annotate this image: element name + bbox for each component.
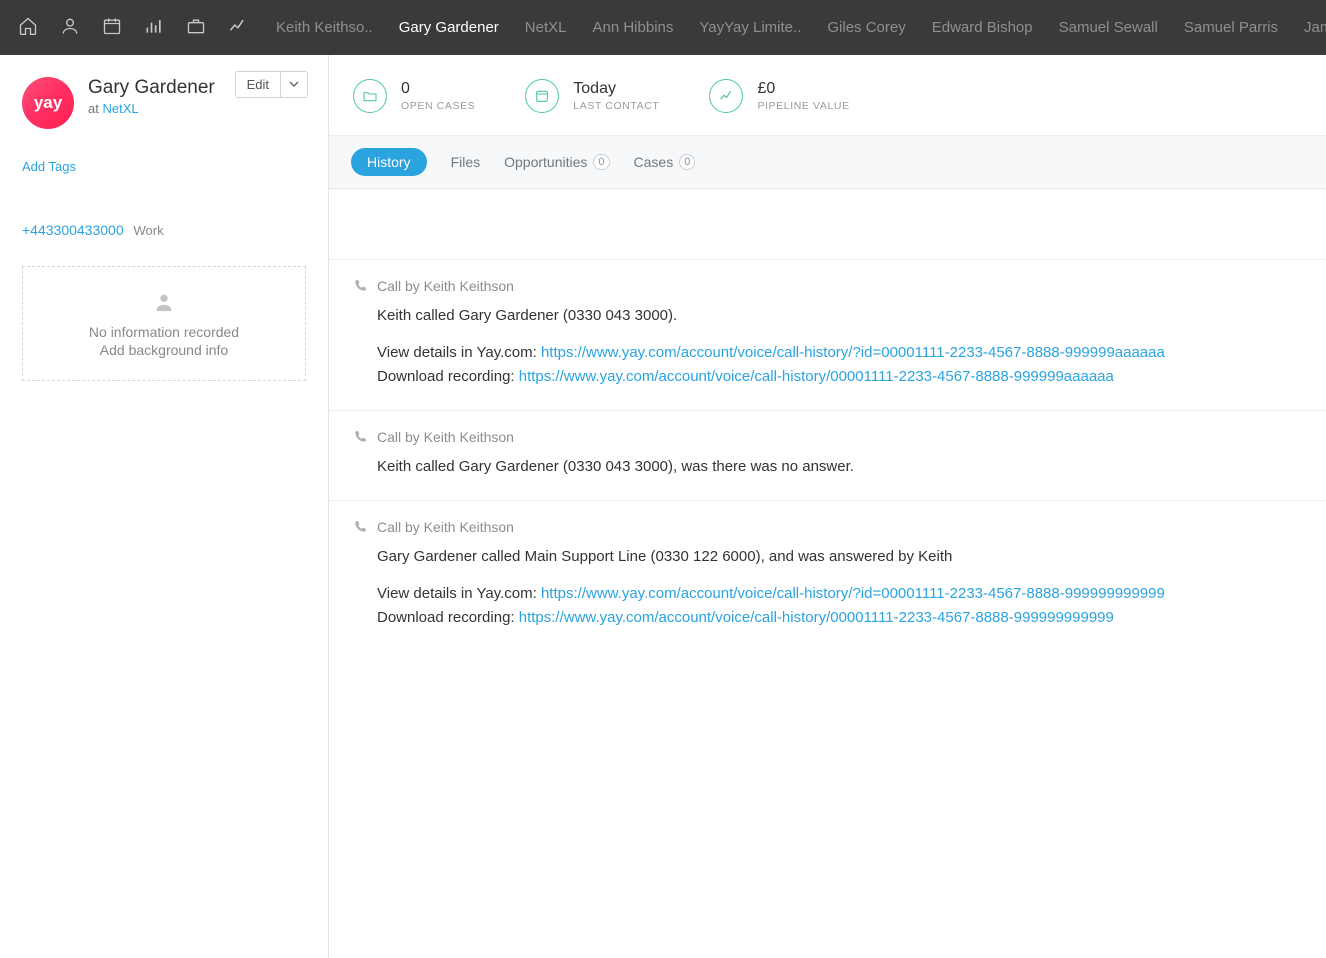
topbar: Keith Keithso.. Gary Gardener NetXL Ann … — [0, 0, 1326, 55]
bg-line2: Add background info — [33, 342, 295, 358]
entry-header: Call by Keith Keithson — [353, 429, 1302, 445]
tab-history[interactable]: History — [351, 148, 427, 176]
topbar-tab[interactable]: Edward Bishop — [932, 19, 1033, 36]
stat-pipeline: £0 PIPELINE VALUE — [709, 79, 849, 113]
text: View details in Yay.com: — [377, 344, 541, 361]
sidebar: yay Gary Gardener at NetXL Edit Add Tags… — [0, 55, 329, 958]
background-info-box[interactable]: No information recorded Add background i… — [22, 266, 306, 381]
stat-last-contact: Today LAST CONTACT — [525, 79, 659, 113]
download-link[interactable]: https://www.yay.com/account/voice/call-h… — [519, 609, 1114, 626]
feed-entry: Call by Keith Keithson Keith called Gary… — [329, 259, 1326, 410]
phone-icon — [353, 520, 367, 534]
text: View details in Yay.com: — [377, 585, 541, 602]
phone-icon — [353, 279, 367, 293]
stat-label: LAST CONTACT — [573, 100, 659, 112]
topbar-icon-group — [18, 16, 248, 39]
avatar: yay — [22, 77, 74, 129]
entry-line: Keith called Gary Gardener (0330 043 300… — [377, 304, 1302, 327]
phone-type: Work — [134, 223, 164, 238]
entry-line: Keith called Gary Gardener (0330 043 300… — [377, 455, 1302, 478]
history-feed: Call by Keith Keithson Keith called Gary… — [329, 189, 1326, 651]
feed-entry: Call by Keith Keithson Keith called Gary… — [329, 410, 1326, 500]
details-link[interactable]: https://www.yay.com/account/voice/call-h… — [541, 344, 1165, 361]
home-icon[interactable] — [18, 16, 38, 39]
topbar-tab[interactable]: NetXL — [525, 19, 567, 36]
contact-name: Gary Gardener — [88, 77, 215, 99]
count-badge: 0 — [593, 154, 609, 170]
add-tags-link[interactable]: Add Tags — [22, 159, 306, 174]
feed-entry: Call by Keith Keithson Gary Gardener cal… — [329, 500, 1326, 651]
profile-header: yay Gary Gardener at NetXL Edit — [22, 77, 306, 129]
phone-row: +443300433000 Work — [22, 222, 306, 238]
trend-icon[interactable] — [228, 16, 248, 39]
download-link[interactable]: https://www.yay.com/account/voice/call-h… — [519, 368, 1114, 385]
details-link[interactable]: https://www.yay.com/account/voice/call-h… — [541, 585, 1165, 602]
topbar-tab[interactable]: Ann Hibbins — [592, 19, 673, 36]
text: Download recording: — [377, 609, 519, 626]
count-badge: 0 — [679, 154, 695, 170]
tab-opportunities[interactable]: Opportunities 0 — [504, 154, 609, 170]
stat-value: Today — [573, 80, 659, 98]
phone-icon — [353, 430, 367, 444]
main-panel: 0 OPEN CASES Today LAST CONTACT £0 PIPEL… — [329, 55, 1326, 958]
entry-header: Call by Keith Keithson — [353, 519, 1302, 535]
chevron-down-icon[interactable] — [281, 72, 307, 97]
stats-row: 0 OPEN CASES Today LAST CONTACT £0 PIPEL… — [329, 55, 1326, 136]
person-icon — [153, 291, 175, 313]
entry-header: Call by Keith Keithson — [353, 278, 1302, 294]
stat-label: PIPELINE VALUE — [757, 100, 849, 112]
tab-files[interactable]: Files — [451, 154, 481, 170]
trend-icon — [709, 79, 743, 113]
topbar-tabs: Keith Keithso.. Gary Gardener NetXL Ann … — [276, 19, 1326, 36]
entry-details: View details in Yay.com: https://www.yay… — [377, 582, 1302, 605]
entry-line: Gary Gardener called Main Support Line (… — [377, 545, 1302, 568]
phone-number[interactable]: +443300433000 — [22, 222, 124, 238]
tab-label: Opportunities — [504, 154, 587, 170]
tab-cases[interactable]: Cases 0 — [634, 154, 696, 170]
bg-line1: No information recorded — [33, 324, 295, 340]
text: Download recording: — [377, 368, 519, 385]
topbar-tab[interactable]: YayYay Limite.. — [699, 19, 801, 36]
topbar-tab[interactable]: James Bayley — [1304, 19, 1326, 36]
tab-label: Cases — [634, 154, 674, 170]
topbar-tab[interactable]: Giles Corey — [827, 19, 905, 36]
stat-value: £0 — [757, 80, 849, 98]
entry-details: View details in Yay.com: https://www.yay… — [377, 341, 1302, 364]
stat-label: OPEN CASES — [401, 100, 475, 112]
briefcase-icon[interactable] — [186, 16, 206, 39]
entry-download: Download recording: https://www.yay.com/… — [377, 365, 1302, 388]
entry-title: Call by Keith Keithson — [377, 429, 514, 445]
entry-title: Call by Keith Keithson — [377, 278, 514, 294]
entry-body: Gary Gardener called Main Support Line (… — [377, 545, 1302, 629]
folder-icon — [353, 79, 387, 113]
at-prefix: at — [88, 101, 102, 116]
stat-value: 0 — [401, 80, 475, 98]
topbar-tab[interactable]: Gary Gardener — [399, 19, 499, 36]
content-tabs: History Files Opportunities 0 Cases 0 — [329, 136, 1326, 189]
person-icon[interactable] — [60, 16, 80, 39]
stat-open-cases: 0 OPEN CASES — [353, 79, 475, 113]
topbar-tab[interactable]: Keith Keithso.. — [276, 19, 373, 36]
company-link[interactable]: NetXL — [102, 101, 138, 116]
entry-body: Keith called Gary Gardener (0330 043 300… — [377, 304, 1302, 388]
contact-company: at NetXL — [88, 101, 215, 116]
entry-body: Keith called Gary Gardener (0330 043 300… — [377, 455, 1302, 478]
entry-title: Call by Keith Keithson — [377, 519, 514, 535]
entry-download: Download recording: https://www.yay.com/… — [377, 606, 1302, 629]
topbar-tab[interactable]: Samuel Sewall — [1059, 19, 1158, 36]
calendar-icon — [525, 79, 559, 113]
bars-icon[interactable] — [144, 16, 164, 39]
topbar-tab[interactable]: Samuel Parris — [1184, 19, 1278, 36]
edit-button[interactable]: Edit — [235, 71, 308, 98]
edit-label: Edit — [236, 72, 281, 97]
calendar-icon[interactable] — [102, 16, 122, 39]
